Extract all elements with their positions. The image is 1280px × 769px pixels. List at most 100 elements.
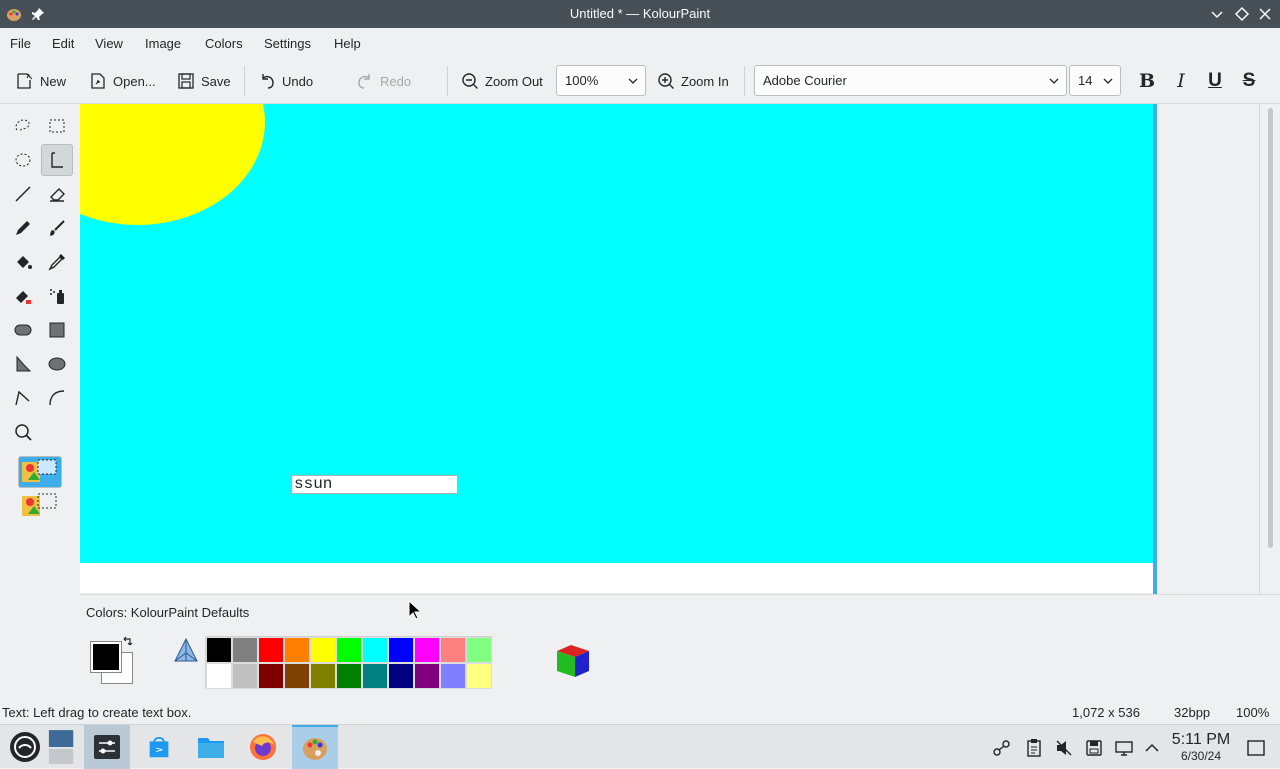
- palette-swatch[interactable]: [310, 663, 336, 689]
- fg-bg-color-selector[interactable]: [85, 636, 137, 688]
- canvas-resize-handle[interactable]: [1153, 104, 1157, 594]
- maximize-icon[interactable]: [1233, 5, 1251, 23]
- volume-muted-tray-icon[interactable]: [1054, 738, 1074, 758]
- open-button[interactable]: Open...: [89, 68, 156, 94]
- mouse-cursor-icon: [408, 600, 422, 620]
- palette-swatch[interactable]: [310, 637, 336, 663]
- polyline-tool[interactable]: [7, 382, 39, 414]
- rectangular-selection-tool[interactable]: [41, 110, 73, 142]
- palette-swatch[interactable]: [232, 663, 258, 689]
- zoom-tool[interactable]: [7, 416, 39, 448]
- open-label: Open...: [113, 73, 156, 89]
- palette-swatch[interactable]: [440, 663, 466, 689]
- menu-colors[interactable]: Colors: [205, 36, 243, 51]
- palette-swatch[interactable]: [284, 637, 310, 663]
- tool-box: [0, 104, 80, 700]
- redo-button[interactable]: Redo: [356, 68, 411, 94]
- palette-swatch[interactable]: [336, 637, 362, 663]
- transparent-selection-option[interactable]: [18, 490, 62, 522]
- line-tool[interactable]: [7, 178, 39, 210]
- undo-button[interactable]: Undo: [258, 68, 313, 94]
- ellipse-tool[interactable]: [41, 348, 73, 380]
- elliptical-selection-tool[interactable]: [7, 144, 39, 176]
- opaque-selection-option[interactable]: [18, 456, 62, 488]
- minimize-icon[interactable]: [1208, 5, 1226, 23]
- image-canvas[interactable]: ssun: [80, 104, 1153, 593]
- zoom-in-button[interactable]: Zoom In: [657, 68, 729, 94]
- task-show-desktop[interactable]: [40, 725, 84, 769]
- clipboard-tray-icon[interactable]: [1024, 738, 1044, 758]
- rectangle-tool[interactable]: [41, 314, 73, 346]
- palette-swatch[interactable]: [258, 637, 284, 663]
- palette-swatch[interactable]: [206, 663, 232, 689]
- swap-colors-icon[interactable]: [121, 636, 135, 650]
- chevron-up-icon[interactable]: [1142, 738, 1162, 758]
- zoom-out-button[interactable]: Zoom Out: [461, 68, 543, 94]
- strikethrough-button[interactable]: S: [1238, 70, 1260, 92]
- task-kolourpaint[interactable]: [292, 725, 338, 769]
- save-button[interactable]: Save: [177, 68, 231, 94]
- canvas-text-box[interactable]: ssun: [291, 475, 458, 494]
- chevron-down-icon: [1103, 78, 1113, 84]
- network-tray-icon[interactable]: [992, 738, 1012, 758]
- rounded-rectangle-tool[interactable]: [7, 314, 39, 346]
- task-firefox[interactable]: [240, 725, 286, 769]
- clock[interactable]: 5:11 PM 6/30/24: [1168, 731, 1234, 763]
- close-icon[interactable]: [1256, 5, 1274, 23]
- palette-swatch[interactable]: [258, 663, 284, 689]
- menu-file[interactable]: File: [10, 36, 31, 51]
- free-form-selection-tool[interactable]: [7, 110, 39, 142]
- palette-swatch[interactable]: [440, 637, 466, 663]
- task-discover[interactable]: [136, 725, 182, 769]
- brush-icon: [49, 220, 65, 236]
- canvas-viewport[interactable]: ssun: [80, 104, 1266, 594]
- flood-fill-tool[interactable]: [7, 246, 39, 278]
- palette-swatch[interactable]: [466, 637, 492, 663]
- menu-edit[interactable]: Edit: [52, 36, 74, 51]
- font-size-combo[interactable]: 14: [1069, 65, 1121, 96]
- bold-button[interactable]: B: [1136, 70, 1158, 92]
- curve-tool[interactable]: [41, 382, 73, 414]
- palette-swatch[interactable]: [388, 663, 414, 689]
- color-picker-tool[interactable]: [41, 246, 73, 278]
- color-eraser-tool[interactable]: [7, 280, 39, 312]
- menu-help[interactable]: Help: [334, 36, 361, 51]
- task-file-manager[interactable]: [188, 725, 234, 769]
- scrollbar-thumb[interactable]: [1268, 108, 1273, 548]
- palette-swatch[interactable]: [284, 663, 310, 689]
- polygon-tool[interactable]: [7, 348, 39, 380]
- palette-swatch[interactable]: [362, 663, 388, 689]
- rectangle-icon: [49, 322, 65, 338]
- zoom-combo[interactable]: 100%: [556, 65, 646, 96]
- palette-swatch[interactable]: [336, 663, 362, 689]
- color-cube-icon[interactable]: [553, 639, 595, 681]
- color-similarity-icon[interactable]: [172, 637, 200, 665]
- italic-button[interactable]: I: [1170, 70, 1192, 92]
- paint-bucket-icon: [17, 256, 32, 269]
- new-button[interactable]: New: [16, 68, 66, 94]
- text-tool[interactable]: [41, 144, 73, 176]
- palette-swatch[interactable]: [388, 637, 414, 663]
- palette-swatch[interactable]: [232, 637, 258, 663]
- menu-view[interactable]: View: [95, 36, 123, 51]
- foreground-color-swatch[interactable]: [90, 641, 122, 673]
- menu-image[interactable]: Image: [145, 36, 181, 51]
- redo-label: Redo: [380, 73, 412, 89]
- menu-settings[interactable]: Settings: [264, 36, 311, 51]
- pen-tool[interactable]: [7, 212, 39, 244]
- eraser-tool[interactable]: [41, 178, 73, 210]
- font-family-combo[interactable]: Adobe Courier: [754, 65, 1067, 96]
- brush-tool[interactable]: [41, 212, 73, 244]
- task-system-settings[interactable]: [84, 725, 130, 769]
- palette-swatch[interactable]: [466, 663, 492, 689]
- spraycan-tool[interactable]: [41, 280, 73, 312]
- storage-tray-icon[interactable]: [1084, 738, 1104, 758]
- underline-button[interactable]: U: [1204, 70, 1226, 92]
- show-desktop-icon[interactable]: [1246, 738, 1266, 758]
- palette-swatch[interactable]: [362, 637, 388, 663]
- palette-swatch[interactable]: [206, 637, 232, 663]
- palette-swatch[interactable]: [414, 637, 440, 663]
- palette-swatch[interactable]: [414, 663, 440, 689]
- vertical-scrollbar[interactable]: [1259, 104, 1280, 594]
- display-tray-icon[interactable]: [1114, 738, 1134, 758]
